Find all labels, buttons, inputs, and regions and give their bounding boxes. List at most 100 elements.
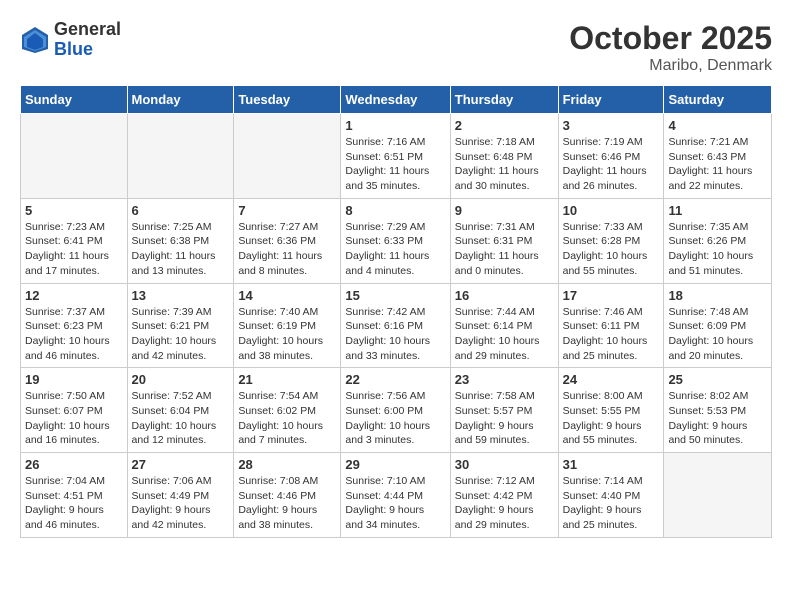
calendar-cell: 29Sunrise: 7:10 AMSunset: 4:44 PMDayligh… bbox=[341, 453, 450, 538]
day-header-friday: Friday bbox=[558, 86, 664, 114]
calendar-cell: 26Sunrise: 7:04 AMSunset: 4:51 PMDayligh… bbox=[21, 453, 128, 538]
day-number: 16 bbox=[455, 288, 554, 303]
logo-icon bbox=[20, 25, 50, 55]
calendar-cell bbox=[234, 114, 341, 199]
week-row-1: 1Sunrise: 7:16 AMSunset: 6:51 PMDaylight… bbox=[21, 114, 772, 199]
day-number: 15 bbox=[345, 288, 445, 303]
day-info: Sunrise: 7:56 AMSunset: 6:00 PMDaylight:… bbox=[345, 389, 445, 448]
day-number: 9 bbox=[455, 203, 554, 218]
day-number: 11 bbox=[668, 203, 767, 218]
day-number: 4 bbox=[668, 118, 767, 133]
month-title: October 2025 bbox=[569, 20, 772, 57]
calendar-cell: 6 Sunrise: 7:25 AMSunset: 6:38 PMDaylight… bbox=[127, 198, 234, 283]
day-info: Sunrise: 7:50 AMSunset: 6:07 PMDaylight:… bbox=[25, 389, 123, 448]
day-number: 7 bbox=[238, 203, 336, 218]
day-info: Sunrise: 7:58 AMSunset: 5:57 PMDaylight:… bbox=[455, 389, 554, 448]
calendar-cell bbox=[127, 114, 234, 199]
calendar-cell: 12 Sunrise: 7:37 AMSunset: 6:23 PMDayligh… bbox=[21, 283, 128, 368]
day-info: Sunrise: 7:33 AMSunset: 6:28 PMDaylight:… bbox=[563, 220, 660, 279]
calendar-cell bbox=[21, 114, 128, 199]
calendar-cell: 5 Sunrise: 7:23 AMSunset: 6:41 PMDaylight… bbox=[21, 198, 128, 283]
day-number: 14 bbox=[238, 288, 336, 303]
calendar-table: SundayMondayTuesdayWednesdayThursdayFrid… bbox=[20, 85, 772, 538]
logo-text: General Blue bbox=[54, 20, 121, 60]
page-header: General Blue October 2025 Maribo, Denmar… bbox=[20, 20, 772, 75]
day-info: Sunrise: 7:14 AMSunset: 4:40 PMDaylight:… bbox=[563, 474, 660, 533]
day-info: Sunrise: 7:46 AMSunset: 6:11 PMDaylight:… bbox=[563, 305, 660, 364]
calendar-cell: 8 Sunrise: 7:29 AMSunset: 6:33 PMDaylight… bbox=[341, 198, 450, 283]
calendar-cell: 24Sunrise: 8:00 AMSunset: 5:55 PMDayligh… bbox=[558, 368, 664, 453]
day-header-saturday: Saturday bbox=[664, 86, 772, 114]
day-info: Sunrise: 7:35 AMSunset: 6:26 PMDaylight:… bbox=[668, 220, 767, 279]
week-row-3: 12 Sunrise: 7:37 AMSunset: 6:23 PMDayligh… bbox=[21, 283, 772, 368]
day-number: 23 bbox=[455, 372, 554, 387]
day-header-monday: Monday bbox=[127, 86, 234, 114]
week-row-5: 26Sunrise: 7:04 AMSunset: 4:51 PMDayligh… bbox=[21, 453, 772, 538]
logo: General Blue bbox=[20, 20, 121, 60]
calendar-cell: 11 Sunrise: 7:35 AMSunset: 6:26 PMDayligh… bbox=[664, 198, 772, 283]
calendar-cell: 15 Sunrise: 7:42 AMSunset: 6:16 PMDayligh… bbox=[341, 283, 450, 368]
logo-general: General bbox=[54, 20, 121, 40]
day-info: Sunrise: 8:00 AMSunset: 5:55 PMDaylight:… bbox=[563, 389, 660, 448]
calendar-cell: 14 Sunrise: 7:40 AMSunset: 6:19 PMDayligh… bbox=[234, 283, 341, 368]
day-header-sunday: Sunday bbox=[21, 86, 128, 114]
logo-blue: Blue bbox=[54, 40, 121, 60]
calendar-cell: 28Sunrise: 7:08 AMSunset: 4:46 PMDayligh… bbox=[234, 453, 341, 538]
day-info: Sunrise: 7:19 AMSunset: 6:46 PMDaylight:… bbox=[563, 135, 660, 194]
day-info: Sunrise: 7:04 AMSunset: 4:51 PMDaylight:… bbox=[25, 474, 123, 533]
calendar-cell: 13 Sunrise: 7:39 AMSunset: 6:21 PMDayligh… bbox=[127, 283, 234, 368]
calendar-cell: 22Sunrise: 7:56 AMSunset: 6:00 PMDayligh… bbox=[341, 368, 450, 453]
calendar-cell: 18 Sunrise: 7:48 AMSunset: 6:09 PMDayligh… bbox=[664, 283, 772, 368]
calendar-cell: 7Sunrise: 7:27 AMSunset: 6:36 PMDaylight… bbox=[234, 198, 341, 283]
day-info: Sunrise: 7:06 AMSunset: 4:49 PMDaylight:… bbox=[132, 474, 230, 533]
calendar-cell: 3 Sunrise: 7:19 AMSunset: 6:46 PMDaylight… bbox=[558, 114, 664, 199]
day-info: Sunrise: 7:21 AMSunset: 6:43 PMDaylight:… bbox=[668, 135, 767, 194]
day-header-thursday: Thursday bbox=[450, 86, 558, 114]
day-info: Sunrise: 7:54 AMSunset: 6:02 PMDaylight:… bbox=[238, 389, 336, 448]
day-number: 3 bbox=[563, 118, 660, 133]
calendar-cell: 4 Sunrise: 7:21 AMSunset: 6:43 PMDaylight… bbox=[664, 114, 772, 199]
day-number: 19 bbox=[25, 372, 123, 387]
day-number: 30 bbox=[455, 457, 554, 472]
day-info: Sunrise: 7:39 AMSunset: 6:21 PMDaylight:… bbox=[132, 305, 230, 364]
day-number: 31 bbox=[563, 457, 660, 472]
day-number: 27 bbox=[132, 457, 230, 472]
day-number: 12 bbox=[25, 288, 123, 303]
day-number: 2 bbox=[455, 118, 554, 133]
calendar-cell: 21 Sunrise: 7:54 AMSunset: 6:02 PMDayligh… bbox=[234, 368, 341, 453]
day-number: 13 bbox=[132, 288, 230, 303]
day-number: 8 bbox=[345, 203, 445, 218]
day-info: Sunrise: 7:23 AMSunset: 6:41 PMDaylight:… bbox=[25, 220, 123, 279]
day-info: Sunrise: 7:44 AMSunset: 6:14 PMDaylight:… bbox=[455, 305, 554, 364]
day-info: Sunrise: 7:31 AMSunset: 6:31 PMDaylight:… bbox=[455, 220, 554, 279]
day-number: 18 bbox=[668, 288, 767, 303]
day-info: Sunrise: 7:25 AMSunset: 6:38 PMDaylight:… bbox=[132, 220, 230, 279]
day-info: Sunrise: 7:42 AMSunset: 6:16 PMDaylight:… bbox=[345, 305, 445, 364]
day-number: 21 bbox=[238, 372, 336, 387]
day-number: 6 bbox=[132, 203, 230, 218]
calendar-cell: 23 Sunrise: 7:58 AMSunset: 5:57 PMDayligh… bbox=[450, 368, 558, 453]
calendar-cell: 10Sunrise: 7:33 AMSunset: 6:28 PMDayligh… bbox=[558, 198, 664, 283]
title-block: October 2025 Maribo, Denmark bbox=[569, 20, 772, 75]
day-info: Sunrise: 7:40 AMSunset: 6:19 PMDaylight:… bbox=[238, 305, 336, 364]
day-header-wednesday: Wednesday bbox=[341, 86, 450, 114]
day-info: Sunrise: 7:48 AMSunset: 6:09 PMDaylight:… bbox=[668, 305, 767, 364]
day-number: 5 bbox=[25, 203, 123, 218]
calendar-cell: 25Sunrise: 8:02 AMSunset: 5:53 PMDayligh… bbox=[664, 368, 772, 453]
header-row: SundayMondayTuesdayWednesdayThursdayFrid… bbox=[21, 86, 772, 114]
calendar-cell: 20Sunrise: 7:52 AMSunset: 6:04 PMDayligh… bbox=[127, 368, 234, 453]
day-number: 25 bbox=[668, 372, 767, 387]
day-number: 17 bbox=[563, 288, 660, 303]
day-info: Sunrise: 7:29 AMSunset: 6:33 PMDaylight:… bbox=[345, 220, 445, 279]
calendar-cell: 9 Sunrise: 7:31 AMSunset: 6:31 PMDaylight… bbox=[450, 198, 558, 283]
week-row-4: 19 Sunrise: 7:50 AMSunset: 6:07 PMDayligh… bbox=[21, 368, 772, 453]
day-info: Sunrise: 7:12 AMSunset: 4:42 PMDaylight:… bbox=[455, 474, 554, 533]
location: Maribo, Denmark bbox=[569, 57, 772, 75]
calendar-cell: 16 Sunrise: 7:44 AMSunset: 6:14 PMDayligh… bbox=[450, 283, 558, 368]
calendar-cell: 17 Sunrise: 7:46 AMSunset: 6:11 PMDayligh… bbox=[558, 283, 664, 368]
day-number: 1 bbox=[345, 118, 445, 133]
week-row-2: 5 Sunrise: 7:23 AMSunset: 6:41 PMDaylight… bbox=[21, 198, 772, 283]
calendar-cell: 27 Sunrise: 7:06 AMSunset: 4:49 PMDayligh… bbox=[127, 453, 234, 538]
day-number: 28 bbox=[238, 457, 336, 472]
day-info: Sunrise: 7:37 AMSunset: 6:23 PMDaylight:… bbox=[25, 305, 123, 364]
